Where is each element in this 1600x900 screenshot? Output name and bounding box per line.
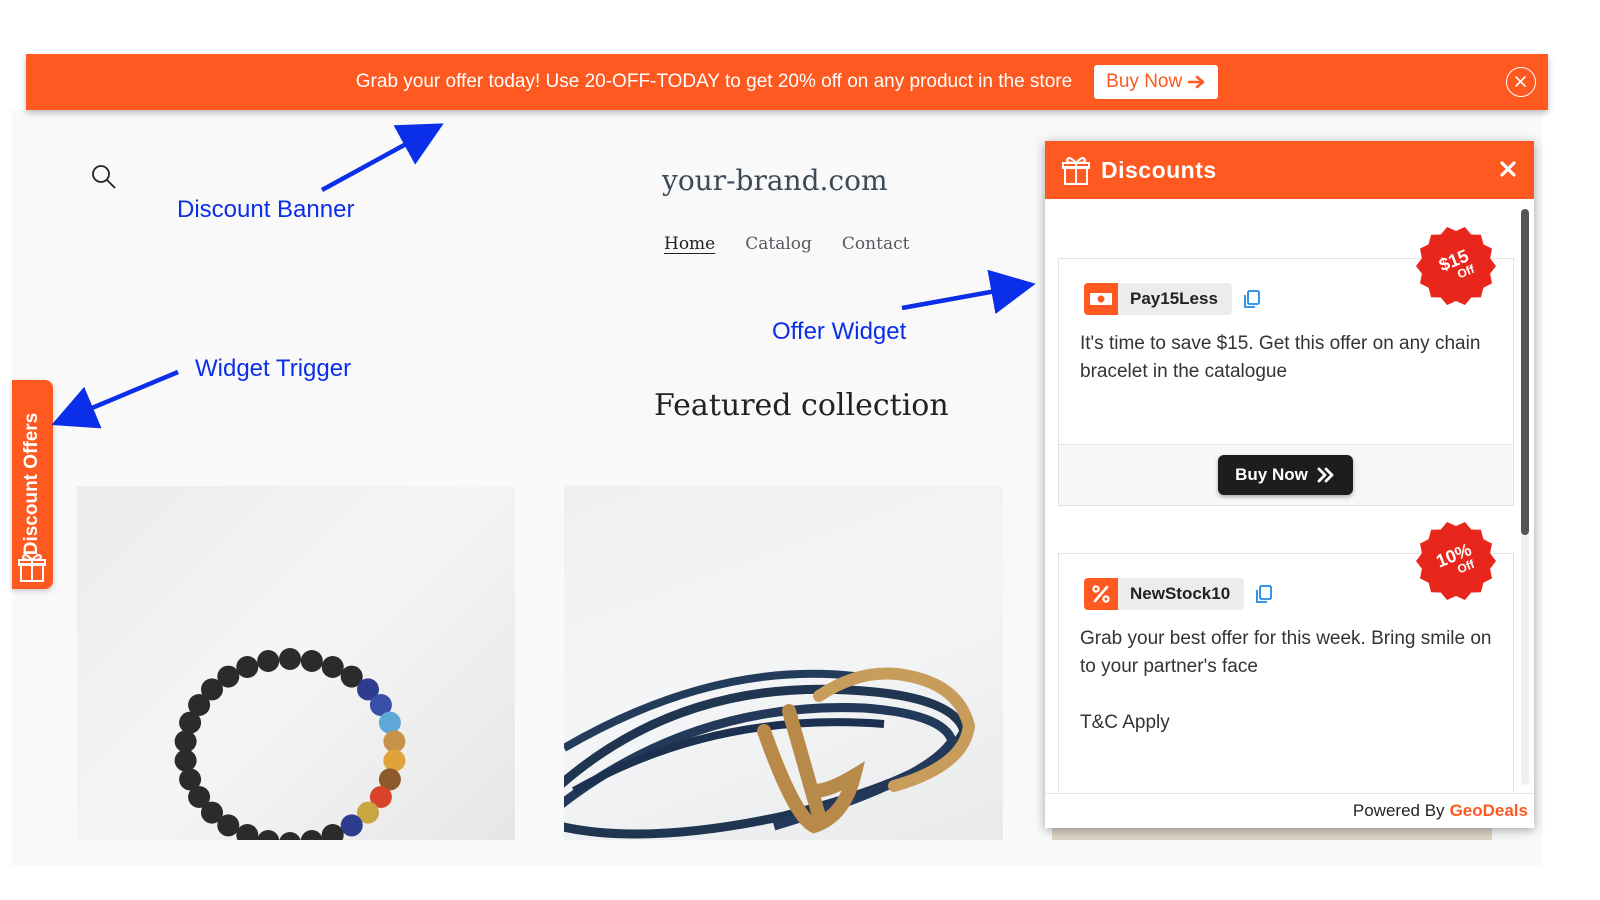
coupon-code-pill[interactable]: NewStock10 bbox=[1084, 578, 1245, 610]
coupon-code: Pay15Less bbox=[1130, 289, 1218, 308]
powered-by-brand[interactable]: GeoDeals bbox=[1450, 801, 1528, 821]
widget-scrollbar[interactable] bbox=[1521, 209, 1529, 785]
product-card-anchor-bracelet[interactable] bbox=[564, 486, 1003, 840]
terms-text: T&C Apply bbox=[1080, 712, 1170, 733]
banner-buy-now-button[interactable]: Buy Now bbox=[1094, 65, 1219, 99]
banner-close-button[interactable] bbox=[1506, 67, 1536, 97]
main-nav: Home Catalog Contact bbox=[664, 234, 909, 254]
offer-description: It's time to save $15. Get this offer on… bbox=[1080, 333, 1481, 382]
close-circle-icon bbox=[1514, 75, 1527, 88]
bead bbox=[321, 656, 344, 678]
bead bbox=[174, 749, 197, 772]
widget-title: Discounts bbox=[1101, 156, 1217, 183]
coupon-code-row: Pay15Less bbox=[1084, 283, 1262, 315]
coupon-code: NewStock10 bbox=[1130, 584, 1231, 603]
nav-catalog[interactable]: Catalog bbox=[745, 234, 812, 254]
annotation-offer-widget: Offer Widget bbox=[772, 318, 907, 345]
bead bbox=[378, 711, 401, 734]
beaded-bracelet-image bbox=[174, 648, 406, 840]
percent-icon bbox=[1084, 578, 1118, 610]
bead bbox=[257, 830, 280, 840]
banner-buy-now-label: Buy Now bbox=[1106, 71, 1183, 92]
trigger-label: Discount Offers bbox=[21, 412, 42, 556]
offer-description-text: Grab your best offer for this week. Brin… bbox=[1080, 628, 1492, 677]
nav-home[interactable]: Home bbox=[664, 234, 715, 254]
bead bbox=[383, 749, 406, 772]
offer-footer: Buy Now bbox=[1059, 444, 1513, 505]
discount-badge: 10% Off bbox=[1415, 520, 1497, 602]
bead bbox=[300, 650, 323, 672]
brand-logo[interactable]: your-brand.com bbox=[662, 164, 888, 197]
widget-header: Discounts bbox=[1045, 141, 1534, 199]
bead bbox=[321, 824, 344, 840]
bead bbox=[236, 824, 259, 840]
widget-footer: Powered By GeoDeals bbox=[1045, 793, 1534, 828]
bead bbox=[174, 730, 197, 753]
bead bbox=[383, 730, 406, 753]
product-card-beaded-bracelet[interactable] bbox=[77, 486, 515, 840]
offer-widget: Discounts Pay15Less It's time to save $1… bbox=[1045, 141, 1534, 828]
widget-body: Pay15Less It's time to save $15. Get thi… bbox=[1045, 199, 1534, 793]
arrow-right-icon bbox=[1188, 75, 1205, 89]
offer-description: Grab your best offer for this week. Brin… bbox=[1080, 625, 1500, 737]
double-chevron-right-icon bbox=[1317, 467, 1334, 483]
discount-offers-trigger[interactable]: Discount Offers bbox=[12, 380, 53, 589]
widget-scroll-thumb[interactable] bbox=[1521, 209, 1529, 535]
search-icon bbox=[92, 165, 116, 189]
bead bbox=[236, 656, 259, 678]
discount-banner: Grab your offer today! Use 20-OFF-TODAY … bbox=[26, 54, 1548, 110]
search-button[interactable] bbox=[90, 163, 118, 196]
bead bbox=[279, 832, 301, 840]
buy-now-label: Buy Now bbox=[1235, 465, 1308, 484]
annotation-widget-trigger: Widget Trigger bbox=[195, 355, 352, 382]
bead bbox=[279, 648, 301, 670]
copy-icon[interactable] bbox=[1242, 289, 1262, 309]
bead bbox=[340, 814, 363, 837]
nav-contact[interactable]: Contact bbox=[842, 234, 910, 254]
banner-text: Grab your offer today! Use 20-OFF-TODAY … bbox=[355, 71, 1073, 92]
coupon-code-pill[interactable]: Pay15Less bbox=[1084, 283, 1232, 315]
powered-by-text: Powered By bbox=[1352, 801, 1445, 820]
bead bbox=[217, 665, 240, 688]
bead bbox=[257, 650, 280, 672]
coupon-code-row: NewStock10 bbox=[1084, 578, 1274, 610]
cash-icon bbox=[1084, 283, 1118, 315]
offer-buy-now-button[interactable]: Buy Now bbox=[1218, 455, 1353, 495]
close-icon[interactable] bbox=[1500, 161, 1516, 177]
anchor-bracelet-image bbox=[564, 667, 976, 839]
copy-icon[interactable] bbox=[1254, 584, 1274, 604]
annotation-discount-banner: Discount Banner bbox=[177, 196, 355, 223]
discount-badge: $15 Off bbox=[1415, 225, 1497, 307]
bead bbox=[179, 768, 202, 791]
gift-icon bbox=[18, 554, 46, 582]
gift-icon bbox=[1062, 157, 1090, 185]
featured-collection-heading: Featured collection bbox=[654, 388, 949, 423]
bead bbox=[300, 830, 323, 840]
